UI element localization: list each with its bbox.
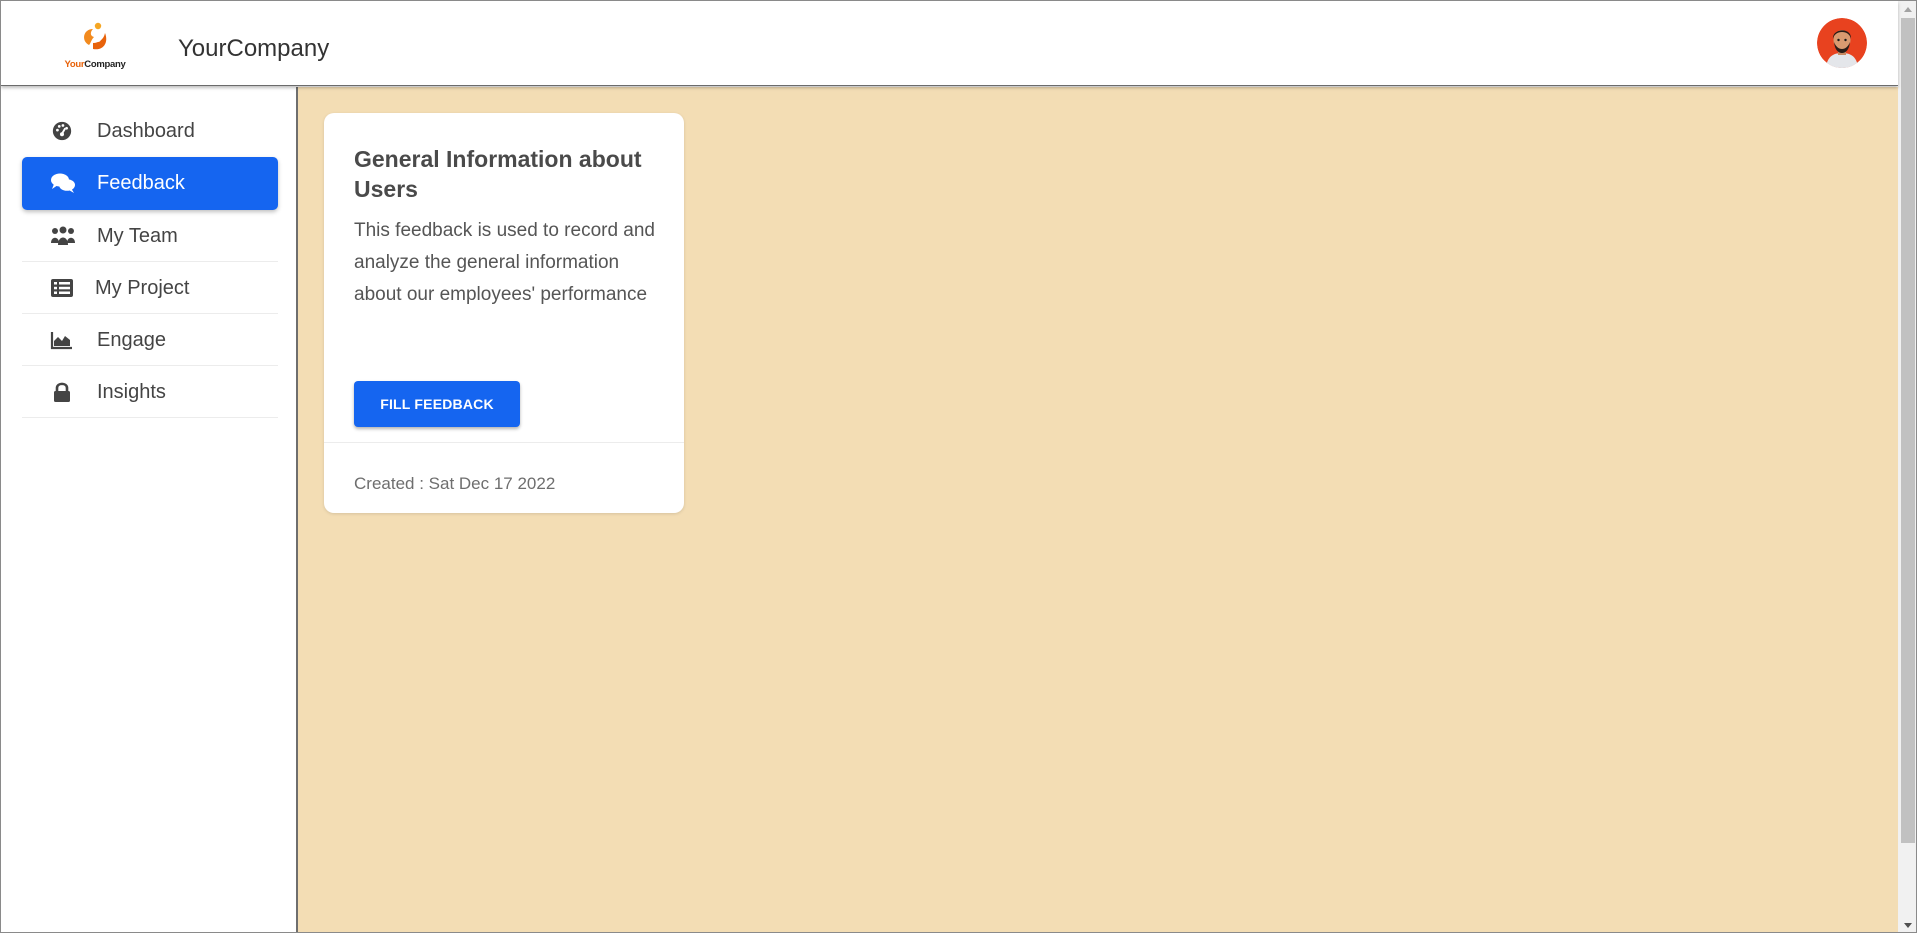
fill-feedback-button[interactable]: FILL FEEDBACK (354, 381, 520, 427)
user-avatar[interactable] (1817, 18, 1867, 68)
sidebar-item-label: My Project (95, 277, 190, 299)
sidebar-item-label: Engage (97, 329, 166, 351)
sidebar-item-insights[interactable]: Insights (22, 366, 278, 418)
top-header: YourCompany YourCompany (1, 1, 1898, 86)
logo-swirl-icon (84, 22, 107, 50)
team-icon (50, 225, 75, 247)
feedback-card: General Information about Users This fee… (324, 113, 684, 513)
card-created-date: Created : Sat Dec 17 2022 (354, 474, 556, 493)
sidebar-item-dashboard[interactable]: Dashboard (22, 105, 278, 157)
logo-wordmark: YourCompany (59, 59, 131, 70)
scrollbar-thumb[interactable] (1901, 18, 1915, 843)
card-title: General Information about Users (354, 146, 642, 202)
sidebar: Dashboard Feedback My Team My Project En… (1, 87, 298, 932)
sidebar-nav: Dashboard Feedback My Team My Project En… (22, 105, 278, 418)
list-icon (50, 277, 74, 299)
sidebar-item-label: Insights (97, 381, 166, 403)
sidebar-item-engage[interactable]: Engage (22, 314, 278, 366)
user-avatar-icon (1817, 18, 1867, 68)
sidebar-item-label: My Team (97, 225, 178, 247)
lock-icon (50, 381, 74, 403)
company-logo[interactable]: YourCompany (59, 21, 131, 73)
dashboard-gauge-icon (50, 120, 74, 142)
scroll-down-arrow-icon[interactable] (1898, 917, 1916, 932)
scroll-up-arrow-icon[interactable] (1898, 1, 1916, 18)
sidebar-item-feedback[interactable]: Feedback (22, 157, 278, 210)
vertical-scrollbar[interactable] (1898, 1, 1916, 932)
main-content: General Information about Users This fee… (298, 87, 1898, 932)
logo-text-your: Your (64, 59, 85, 70)
sidebar-item-label: Dashboard (97, 120, 195, 142)
card-description: This feedback is used to record and anal… (354, 220, 656, 305)
brand-name: YourCompany (178, 35, 330, 62)
logo-text-company: Company (84, 59, 126, 70)
comments-icon (50, 172, 75, 194)
sidebar-item-my-project[interactable]: My Project (22, 262, 278, 314)
card-divider (324, 442, 684, 443)
sidebar-item-my-team[interactable]: My Team (22, 210, 278, 262)
app-window: YourCompany YourCompany Dashboard Feedba… (0, 0, 1917, 933)
area-chart-icon (50, 329, 74, 351)
sidebar-item-label: Feedback (97, 172, 185, 194)
